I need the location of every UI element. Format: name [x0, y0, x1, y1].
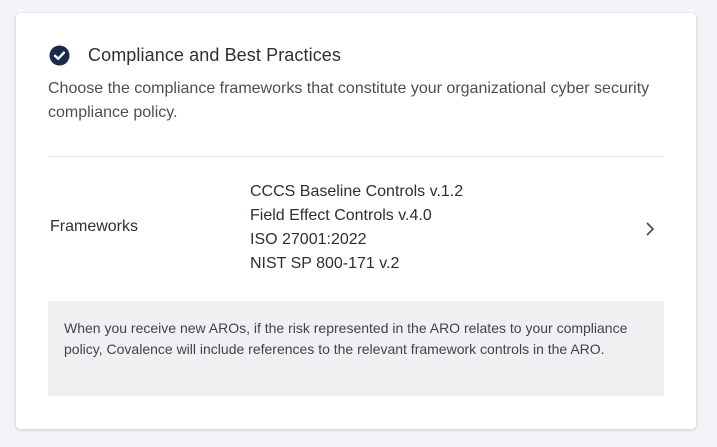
divider [48, 156, 664, 157]
framework-item: CCCS Baseline Controls v.1.2 [250, 183, 464, 200]
info-box: When you receive new AROs, if the risk r… [48, 301, 664, 396]
framework-list: CCCS Baseline Controls v.1.2 Field Effec… [250, 180, 463, 276]
chevron-right-icon[interactable] [644, 221, 656, 237]
section-title: Compliance and Best Practices [88, 45, 342, 65]
compliance-card: Compliance and Best Practices Choose the… [16, 13, 696, 429]
check-circle-icon [49, 45, 70, 66]
frameworks-label: Frameworks [50, 218, 139, 235]
framework-item: Field Effect Controls v.4.0 [250, 207, 432, 224]
card-header: Compliance and Best Practices [49, 45, 341, 66]
info-text: When you receive new AROs, if the risk r… [64, 320, 628, 357]
section-description: Choose the compliance frameworks that co… [48, 80, 650, 121]
framework-item: NIST SP 800-171 v.2 [250, 255, 400, 272]
frameworks-row[interactable]: Frameworks CCCS Baseline Controls v.1.2 … [48, 173, 664, 283]
framework-item: ISO 27001:2022 [250, 231, 367, 248]
